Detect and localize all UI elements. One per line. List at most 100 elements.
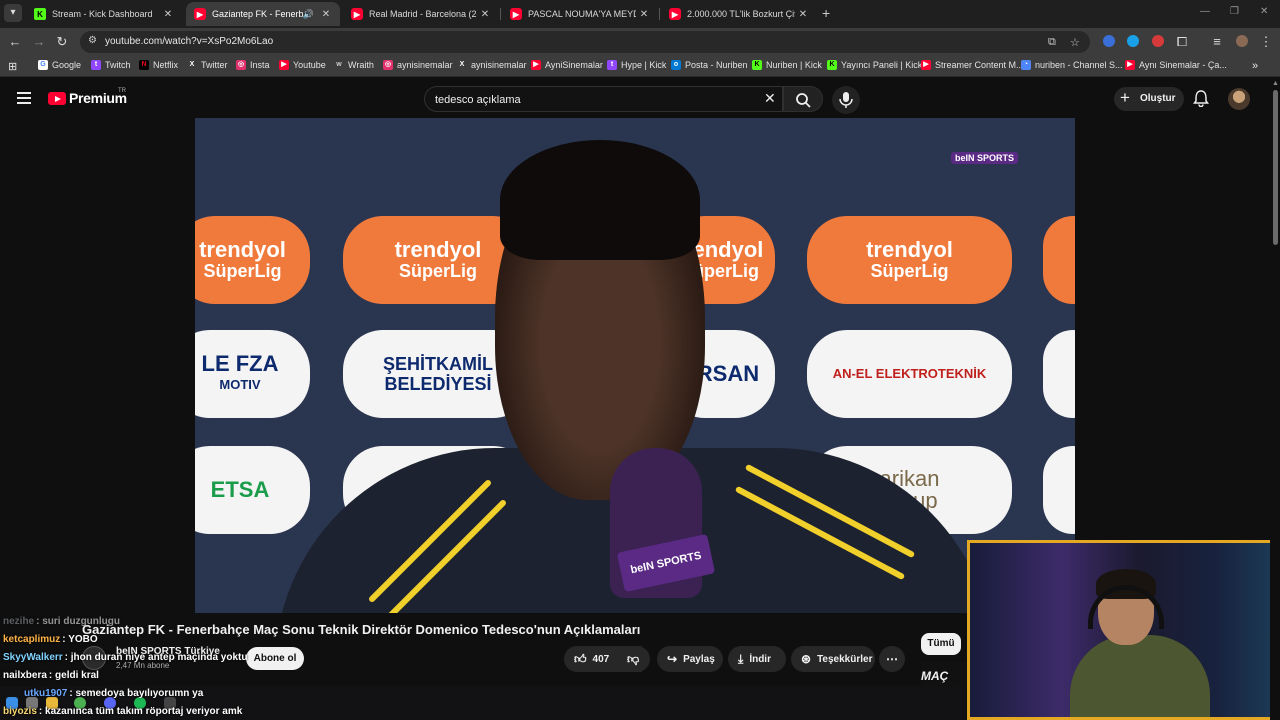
tab-separator: [659, 8, 660, 20]
bookmark-aynisinemalar-insta[interactable]: ◎ aynisinemalar: [383, 60, 453, 70]
tab-real-madrid-barcelona[interactable]: ▶ Real Madrid - Barcelona (2-1) - ✕: [343, 2, 499, 26]
thanks-label: Teşekkürler: [817, 653, 873, 665]
browser-menu-icon[interactable]: ⋮: [1258, 34, 1274, 50]
bookmark-aynisinemalar-x[interactable]: Xaynisinemalar: [457, 60, 527, 70]
video-title: Gaziantep FK - Fenerbahçe Maç Sonu Tekni…: [82, 622, 641, 637]
bookmark-star-icon[interactable]: ☆: [1070, 36, 1080, 49]
media-controls-icon[interactable]: ≡: [1209, 34, 1225, 50]
forward-arrow-icon[interactable]: →: [31, 34, 47, 50]
search-button[interactable]: [783, 86, 823, 112]
chip-all[interactable]: Tümü: [921, 633, 961, 655]
subscribe-button[interactable]: Abone ol: [246, 647, 304, 670]
more-actions-button[interactable]: ⋯: [879, 646, 905, 672]
dislike-button[interactable]: 👎︎: [618, 646, 650, 672]
bookmark-insta[interactable]: ◎ Insta: [236, 60, 270, 70]
thumbs-up-icon: 👍︎: [574, 651, 587, 666]
maximize-icon[interactable]: ❐: [1230, 6, 1239, 17]
bookmark-channel-stats[interactable]: ◔ nuriben - Channel S...: [1021, 60, 1123, 70]
bookmark-label: Nuriben | Kick: [766, 60, 822, 70]
download-button[interactable]: ⤓ İndir: [728, 646, 786, 672]
window-close-icon[interactable]: ✕: [1260, 6, 1268, 17]
speaker-icon[interactable]: 🔊: [303, 9, 314, 20]
tab-gaziantep-fenerbahce[interactable]: ▶ Gaziantep FK - Fenerbahçe 🔊 ✕: [186, 2, 340, 26]
extensions-puzzle-icon[interactable]: ⧠: [1174, 34, 1190, 50]
youtube-logo-icon[interactable]: [48, 92, 66, 105]
extension-blue-icon[interactable]: [1127, 35, 1139, 47]
chat-text: kazanınca tüm takım röportaj veriyor amk: [45, 706, 243, 717]
tab-close-icon[interactable]: ✕: [160, 9, 176, 20]
sponsor-board: [1043, 446, 1075, 534]
bookmark-nuriben-kick[interactable]: K Nuriben | Kick: [752, 60, 822, 70]
sponsor-board: [1043, 216, 1075, 304]
sponsor-board: trendyol SüperLig: [807, 216, 1012, 304]
bookmark-posta[interactable]: o Posta - Nuriben: [671, 60, 748, 70]
tab-close-icon[interactable]: ✕: [795, 9, 811, 20]
menu-hamburger-icon[interactable]: [17, 92, 31, 104]
bookmark-twitter[interactable]: X Twitter: [187, 60, 228, 70]
sponsor-text: SüperLig: [203, 261, 282, 281]
new-tab-button[interactable]: +: [822, 5, 830, 21]
bookmark-aynisinemalar-yt[interactable]: ▶ AyniSinemalar: [531, 60, 603, 70]
minimize-icon[interactable]: —: [1200, 6, 1210, 17]
address-bar[interactable]: ⚙ youtube.com/watch?v=XsPo2Mo6Lao ⧉ ☆: [80, 31, 1090, 53]
tab-close-icon[interactable]: ✕: [318, 9, 334, 20]
share-button[interactable]: ↪ Paylaş: [657, 646, 723, 672]
back-arrow-icon[interactable]: ←: [7, 34, 23, 50]
account-avatar[interactable]: [1228, 88, 1250, 110]
bookmark-label: Posta - Nuriben: [685, 60, 748, 70]
tab-pascal-nouma[interactable]: ▶ PASCAL NOUMA'YA MEYDAN O ✕: [502, 2, 658, 26]
profile-icon[interactable]: [1236, 35, 1248, 47]
bookmark-google[interactable]: G Google: [38, 60, 81, 70]
bookmark-yayinci-paneli[interactable]: K Yayıncı Paneli | Kick: [827, 60, 922, 70]
apps-grid-icon[interactable]: ⊞: [8, 60, 17, 73]
tab-search-button[interactable]: ▾: [4, 4, 22, 22]
bookmark-label: Insta: [250, 60, 270, 70]
bookmark-label: Streamer Content M...: [935, 60, 1024, 70]
thanks-button[interactable]: ⊛ Teşekkürler: [791, 646, 875, 672]
sponsor-text: LE FZA: [201, 351, 279, 376]
x-icon: X: [189, 61, 195, 68]
bookmark-netflix[interactable]: N Netflix: [139, 60, 178, 70]
tab-close-icon[interactable]: ✕: [477, 9, 493, 20]
tab-bozkurt-ciftligi[interactable]: ▶ 2.000.000 TL'lik Bozkurt Çiftliği ✕: [661, 2, 817, 26]
youtube-icon: ▶: [531, 60, 541, 70]
bookmark-wraith[interactable]: w Wraith: [334, 60, 374, 70]
tab-title: Stream - Kick Dashboard: [52, 9, 153, 19]
search-input[interactable]: [435, 92, 755, 108]
voice-search-button[interactable]: [832, 86, 860, 114]
bein-sports-logo: beIN SPORTS: [951, 152, 1019, 164]
region-code: TR: [118, 88, 126, 94]
tab-title: Real Madrid - Barcelona (2-1) -: [369, 9, 477, 19]
tab-close-icon[interactable]: ✕: [636, 9, 652, 20]
instagram-icon: ◎: [383, 60, 393, 70]
scrollbar-thumb[interactable]: [1273, 90, 1278, 245]
bookmark-label: Hype | Kick: [621, 60, 667, 70]
bookmark-streamer-content[interactable]: ▶ Streamer Content M...: [921, 60, 1024, 70]
more-bookmarks-icon[interactable]: »: [1252, 60, 1258, 72]
notifications-bell-icon[interactable]: [1193, 89, 1209, 107]
page-scrollbar[interactable]: ▲: [1270, 78, 1280, 720]
extension-shield-icon[interactable]: [1103, 35, 1115, 47]
bookmark-youtube[interactable]: ▶ Youtube: [279, 60, 326, 70]
w-icon: w: [336, 61, 342, 68]
chat-username: nezihe: [3, 616, 35, 627]
kick-icon: K: [827, 60, 837, 70]
chat-text: geldi kral: [55, 670, 99, 681]
chat-text: jhon duran niye antep maçinda yoktu: [70, 652, 248, 663]
reload-icon[interactable]: ↻: [54, 34, 70, 50]
sponsor-text: ETSA: [210, 477, 270, 502]
tab-kick-dashboard[interactable]: K Stream - Kick Dashboard ✕: [26, 2, 182, 26]
extension-red-icon[interactable]: [1152, 35, 1164, 47]
related-video-thumbnail[interactable]: MAÇ SO: [921, 662, 967, 688]
bookmark-hype-kick[interactable]: t Hype | Kick: [607, 60, 666, 70]
clear-search-icon[interactable]: ✕: [764, 90, 776, 107]
url-text[interactable]: youtube.com/watch?v=XsPo2Mo6Lao: [105, 36, 273, 47]
bookmark-twitch[interactable]: t Twitch: [91, 60, 131, 70]
kick-icon: K: [34, 8, 46, 20]
install-app-icon[interactable]: ⧉: [1048, 36, 1056, 49]
sponsor-text: trendyol: [394, 237, 482, 262]
site-info-icon[interactable]: ⚙: [88, 35, 97, 46]
scroll-up-icon[interactable]: ▲: [1272, 80, 1279, 87]
video-player[interactable]: trendyol SüperLig trendyol SüperLig trendy…: [195, 118, 1075, 613]
bookmark-ayni-sinemalar[interactable]: ▶ Aynı Sinemalar - Ça...: [1125, 60, 1227, 70]
